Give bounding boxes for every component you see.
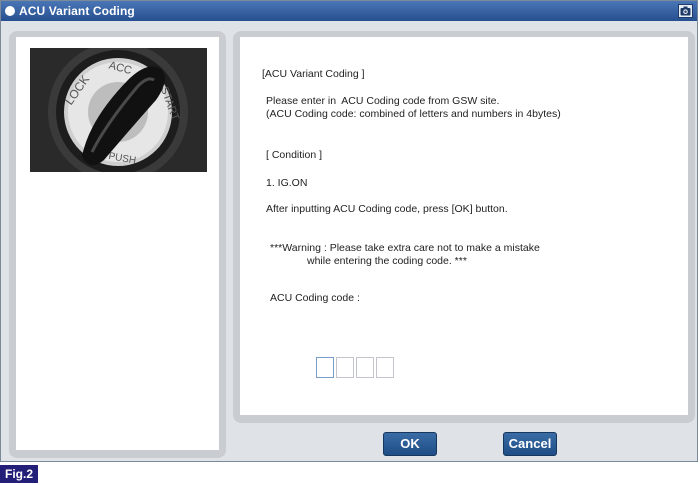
figure-label: Fig.2	[0, 465, 38, 483]
warning-line-2: while entering the coding code. ***	[307, 255, 467, 267]
code-input-4[interactable]	[376, 357, 394, 378]
section-heading: [ACU Variant Coding ]	[262, 68, 365, 80]
title-bar: ACU Variant Coding	[1, 1, 697, 21]
window-icon	[5, 6, 15, 16]
code-input-3[interactable]	[356, 357, 374, 378]
code-input-1[interactable]	[316, 357, 334, 378]
instruction-line-1: Please enter in ACU Coding code from GSW…	[266, 95, 500, 107]
ignition-switch-photo: LOCK ACC START PUSH	[30, 48, 207, 172]
warning-line-1: ***Warning : Please take extra care not …	[270, 242, 540, 254]
image-panel-inner: LOCK ACC START PUSH	[16, 37, 219, 450]
condition-item: 1. IG.ON	[266, 177, 308, 189]
condition-heading: [ Condition ]	[266, 149, 323, 161]
acu-variant-coding-dialog: ACU Variant Coding LOCK ACC START PUSH […	[0, 0, 698, 462]
camera-icon[interactable]	[678, 4, 693, 18]
instruction-panel-inner: [ACU Variant Coding ] Please enter in AC…	[240, 37, 688, 415]
code-input-2[interactable]	[336, 357, 354, 378]
instruction-panel: [ACU Variant Coding ] Please enter in AC…	[233, 31, 695, 423]
cancel-button[interactable]: Cancel	[503, 432, 557, 456]
code-label: ACU Coding code :	[270, 292, 360, 304]
after-input-note: After inputting ACU Coding code, press […	[266, 203, 508, 215]
window-title: ACU Variant Coding	[19, 4, 135, 18]
ok-button[interactable]: OK	[383, 432, 437, 456]
instruction-line-2: (ACU Coding code: combined of letters an…	[266, 108, 561, 120]
image-panel: LOCK ACC START PUSH	[9, 31, 226, 458]
